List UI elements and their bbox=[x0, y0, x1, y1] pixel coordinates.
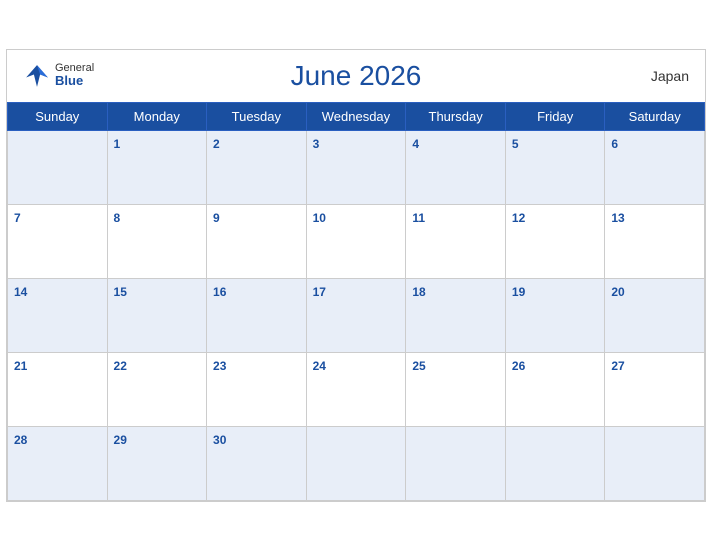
calendar-header: General Blue June 2026 Japan bbox=[7, 50, 705, 102]
date-number: 2 bbox=[213, 137, 220, 151]
calendar-cell: 28 bbox=[8, 426, 108, 500]
date-number: 19 bbox=[512, 285, 525, 299]
calendar-cell: 27 bbox=[605, 352, 705, 426]
calendar-cell: 23 bbox=[207, 352, 307, 426]
date-number: 18 bbox=[412, 285, 425, 299]
date-number: 27 bbox=[611, 359, 624, 373]
calendar-cell: 20 bbox=[605, 278, 705, 352]
calendar-cell: 12 bbox=[505, 204, 604, 278]
date-number: 28 bbox=[14, 433, 27, 447]
date-number: 15 bbox=[114, 285, 127, 299]
date-number: 5 bbox=[512, 137, 519, 151]
calendar-cell: 2 bbox=[207, 130, 307, 204]
date-number: 17 bbox=[313, 285, 326, 299]
calendar-cell: 14 bbox=[8, 278, 108, 352]
date-number: 3 bbox=[313, 137, 320, 151]
month-title: June 2026 bbox=[291, 60, 422, 92]
calendar-cell bbox=[306, 426, 406, 500]
calendar-cell: 18 bbox=[406, 278, 506, 352]
date-number: 22 bbox=[114, 359, 127, 373]
week-row-5: 28 29 30 bbox=[8, 426, 705, 500]
date-number: 26 bbox=[512, 359, 525, 373]
calendar-cell: 30 bbox=[207, 426, 307, 500]
date-number: 21 bbox=[14, 359, 27, 373]
date-number: 20 bbox=[611, 285, 624, 299]
calendar-cell: 17 bbox=[306, 278, 406, 352]
calendar-cell: 7 bbox=[8, 204, 108, 278]
calendar-cell: 24 bbox=[306, 352, 406, 426]
calendar-cell: 4 bbox=[406, 130, 506, 204]
date-number: 13 bbox=[611, 211, 624, 225]
week-row-3: 14 15 16 17 18 19 20 bbox=[8, 278, 705, 352]
calendar-cell: 5 bbox=[505, 130, 604, 204]
calendar-cell: 22 bbox=[107, 352, 207, 426]
calendar-cell: 3 bbox=[306, 130, 406, 204]
date-number: 8 bbox=[114, 211, 121, 225]
calendar-cell: 21 bbox=[8, 352, 108, 426]
date-number: 16 bbox=[213, 285, 226, 299]
date-number: 7 bbox=[14, 211, 21, 225]
logo-text: General Blue bbox=[55, 62, 94, 88]
calendar-cell bbox=[505, 426, 604, 500]
date-number: 6 bbox=[611, 137, 618, 151]
day-header-monday: Monday bbox=[107, 102, 207, 130]
date-number: 29 bbox=[114, 433, 127, 447]
logo-bird-icon bbox=[23, 62, 51, 90]
calendar-cell: 6 bbox=[605, 130, 705, 204]
calendar-container: General Blue June 2026 Japan SundayMonda… bbox=[6, 49, 706, 502]
date-number: 23 bbox=[213, 359, 226, 373]
calendar-cell bbox=[406, 426, 506, 500]
date-number: 12 bbox=[512, 211, 525, 225]
week-row-2: 7 8 9 10 11 12 13 bbox=[8, 204, 705, 278]
day-header-sunday: Sunday bbox=[8, 102, 108, 130]
calendar-cell: 1 bbox=[107, 130, 207, 204]
day-header-saturday: Saturday bbox=[605, 102, 705, 130]
date-number: 9 bbox=[213, 211, 220, 225]
calendar-cell: 25 bbox=[406, 352, 506, 426]
week-row-1: 1 2 3 4 5 6 bbox=[8, 130, 705, 204]
week-row-4: 21 22 23 24 25 26 27 bbox=[8, 352, 705, 426]
logo-area: General Blue bbox=[23, 62, 94, 90]
calendar-cell bbox=[605, 426, 705, 500]
calendar-cell: 19 bbox=[505, 278, 604, 352]
calendar-cell: 26 bbox=[505, 352, 604, 426]
calendar-cell: 10 bbox=[306, 204, 406, 278]
calendar-cell: 15 bbox=[107, 278, 207, 352]
calendar-cell bbox=[8, 130, 108, 204]
days-header-row: SundayMondayTuesdayWednesdayThursdayFrid… bbox=[8, 102, 705, 130]
logo-blue: Blue bbox=[55, 74, 94, 88]
calendar-cell: 13 bbox=[605, 204, 705, 278]
calendar-cell: 29 bbox=[107, 426, 207, 500]
date-number: 4 bbox=[412, 137, 419, 151]
date-number: 24 bbox=[313, 359, 326, 373]
date-number: 14 bbox=[14, 285, 27, 299]
calendar-cell: 9 bbox=[207, 204, 307, 278]
date-number: 11 bbox=[412, 211, 425, 225]
calendar-cell: 16 bbox=[207, 278, 307, 352]
country-label: Japan bbox=[651, 68, 689, 84]
date-number: 1 bbox=[114, 137, 121, 151]
calendar-cell: 11 bbox=[406, 204, 506, 278]
day-header-thursday: Thursday bbox=[406, 102, 506, 130]
date-number: 25 bbox=[412, 359, 425, 373]
day-header-tuesday: Tuesday bbox=[207, 102, 307, 130]
calendar-table: SundayMondayTuesdayWednesdayThursdayFrid… bbox=[7, 102, 705, 501]
day-header-wednesday: Wednesday bbox=[306, 102, 406, 130]
date-number: 30 bbox=[213, 433, 226, 447]
calendar-cell: 8 bbox=[107, 204, 207, 278]
date-number: 10 bbox=[313, 211, 326, 225]
day-header-friday: Friday bbox=[505, 102, 604, 130]
